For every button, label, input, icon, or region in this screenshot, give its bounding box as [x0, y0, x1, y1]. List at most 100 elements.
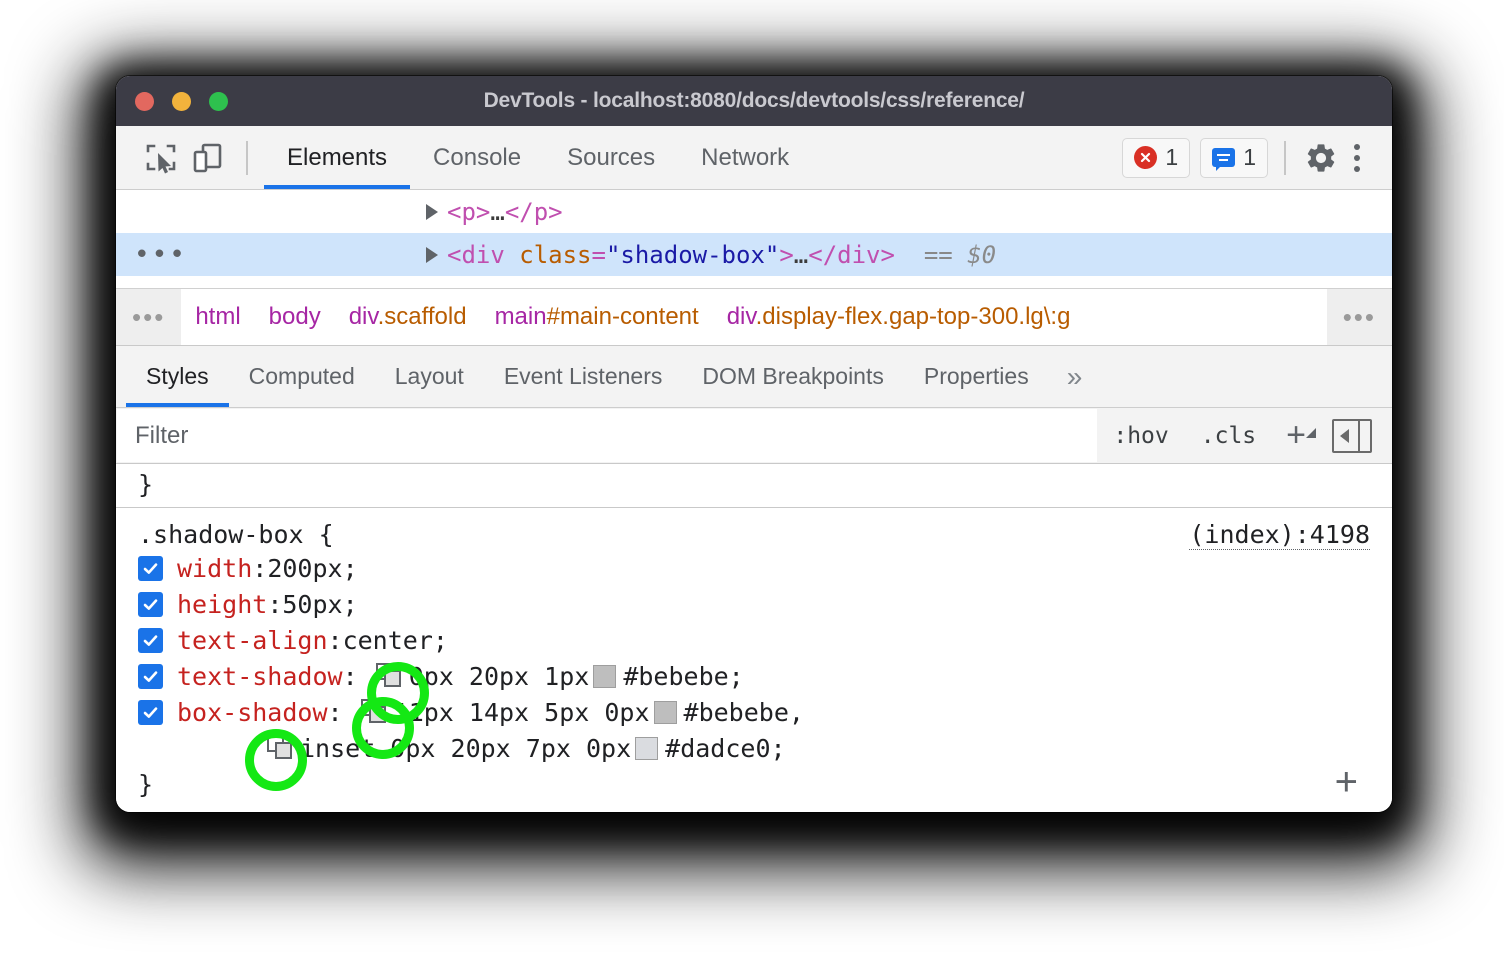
css-declaration-text-align[interactable]: text-align: center;: [116, 622, 1392, 658]
search-input[interactable]: [117, 409, 1097, 462]
tab-layout[interactable]: Layout: [375, 346, 484, 407]
breadcrumb-item-html[interactable]: html: [181, 303, 254, 331]
devtools-window: DevTools - localhost:8080/docs/devtools/…: [116, 76, 1392, 812]
breadcrumb-element-name: div: [349, 303, 378, 330]
add-declaration-plus-icon[interactable]: +: [1335, 770, 1358, 794]
css-property-name[interactable]: height: [177, 590, 267, 619]
breadcrumb-item-body[interactable]: body: [255, 303, 335, 331]
tab-properties[interactable]: Properties: [904, 346, 1049, 407]
dom-tree[interactable]: <p>…</p> ••• <div class="shadow-box">…</…: [116, 190, 1392, 289]
breadcrumb-element-name: body: [269, 303, 321, 330]
css-property-name[interactable]: text-shadow: [177, 662, 343, 691]
breadcrumb-class-name: #main-content: [547, 303, 699, 330]
close-window-button[interactable]: [135, 92, 154, 111]
breadcrumb-overflow-right[interactable]: •••: [1327, 289, 1392, 345]
css-declaration-width[interactable]: width: 200px;: [116, 550, 1392, 586]
shadow-editor-icon[interactable]: [267, 735, 295, 761]
expand-triangle-icon[interactable]: [426, 247, 438, 263]
css-property-value[interactable]: 0px 20px 1px: [409, 662, 590, 691]
css-rule-shadow-box: .shadow-box { (index):4198 width: 200px;…: [116, 508, 1392, 799]
breadcrumb-class-name: .scaffold: [378, 303, 467, 330]
chevron-double-right-icon[interactable]: »: [1049, 346, 1101, 407]
css-declaration-box-shadow[interactable]: box-shadow: 11px 14px 5px 0px #bebebe,: [116, 694, 1392, 730]
css-property-value[interactable]: 11px 14px 5px 0px: [394, 698, 650, 727]
styles-pane[interactable]: } .shadow-box { (index):4198 width: 200p…: [116, 464, 1392, 812]
tab-dom-breakpoints-label: DOM Breakpoints: [702, 363, 884, 390]
css-property-value[interactable]: center;: [343, 626, 448, 655]
error-count-badge[interactable]: 1: [1122, 138, 1190, 178]
breadcrumb-class-name: .display-flex.gap-top-300.lg\:g: [756, 303, 1071, 330]
tab-sources-label: Sources: [567, 144, 655, 172]
zoom-window-button[interactable]: [209, 92, 228, 111]
toolbar-right-group: 1 1: [1122, 135, 1374, 181]
tab-styles-label: Styles: [146, 363, 209, 390]
css-property-name[interactable]: text-align: [177, 626, 328, 655]
tab-sources[interactable]: Sources: [544, 126, 678, 189]
dom-row-markup: <div class="shadow-box">…</div> == $0: [447, 241, 996, 269]
window-title: DevTools - localhost:8080/docs/devtools/…: [116, 89, 1392, 113]
color-swatch[interactable]: [635, 737, 658, 760]
declaration-checkbox[interactable]: [138, 592, 163, 617]
window-title-bar: DevTools - localhost:8080/docs/devtools/…: [116, 76, 1392, 126]
three-dots-vertical-icon[interactable]: [1344, 144, 1374, 172]
css-selector[interactable]: .shadow-box {: [138, 520, 334, 549]
breadcrumb-overflow-left[interactable]: •••: [116, 289, 181, 345]
tab-network-label: Network: [701, 144, 789, 172]
tab-computed-label: Computed: [249, 363, 355, 390]
new-style-rule-button[interactable]: +: [1272, 425, 1324, 445]
css-property-value[interactable]: inset 0px 20px 7px 0px: [300, 734, 631, 763]
breadcrumb-element-name: html: [195, 303, 240, 330]
declaration-checkbox[interactable]: [138, 628, 163, 653]
device-toolbar-icon[interactable]: [184, 135, 230, 181]
css-property-name[interactable]: box-shadow: [177, 698, 328, 727]
css-declaration-text-shadow[interactable]: text-shadow: 0px 20px 1px #bebebe;: [116, 658, 1392, 694]
css-declaration-box-shadow-inset[interactable]: inset 0px 20px 7px 0px #dadce0;: [116, 730, 1392, 766]
breadcrumb-item-div-display-flex[interactable]: div.display-flex.gap-top-300.lg\:g: [713, 303, 1085, 331]
tab-console[interactable]: Console: [410, 126, 544, 189]
inspect-element-icon[interactable]: [138, 135, 184, 181]
dom-row-partial[interactable]: [116, 276, 1392, 289]
expand-triangle-icon[interactable]: [426, 204, 438, 220]
tab-styles[interactable]: Styles: [126, 346, 229, 407]
panel-tab-list: Elements Console Sources Network: [264, 126, 812, 189]
tab-layout-label: Layout: [395, 363, 464, 390]
tab-elements-label: Elements: [287, 144, 387, 172]
breadcrumb-item-div-scaffold[interactable]: div.scaffold: [335, 303, 481, 331]
tab-event-listeners[interactable]: Event Listeners: [484, 346, 683, 407]
message-count-badge[interactable]: 1: [1200, 138, 1268, 178]
declaration-checkbox[interactable]: [138, 556, 163, 581]
previous-rule-closing-brace: }: [116, 464, 1392, 508]
error-count: 1: [1165, 144, 1178, 171]
css-color-value[interactable]: #dadce0;: [665, 734, 785, 763]
css-property-value[interactable]: 50px;: [282, 590, 357, 619]
traffic-lights: [135, 92, 228, 111]
tab-network[interactable]: Network: [678, 126, 812, 189]
breadcrumb-item-main-content[interactable]: main#main-content: [481, 303, 713, 331]
css-color-value[interactable]: #bebebe,: [684, 698, 804, 727]
css-property-value[interactable]: 200px;: [267, 554, 357, 583]
styles-sidebar-tab-list: Styles Computed Layout Event Listeners D…: [116, 346, 1392, 408]
css-property-name[interactable]: width: [177, 554, 252, 583]
shadow-editor-icon[interactable]: [361, 699, 389, 725]
color-swatch[interactable]: [593, 665, 616, 688]
css-declaration-height[interactable]: height: 50px;: [116, 586, 1392, 622]
minimize-window-button[interactable]: [172, 92, 191, 111]
css-color-value[interactable]: #bebebe;: [623, 662, 743, 691]
hover-state-button[interactable]: :hov: [1097, 423, 1184, 449]
tab-event-listeners-label: Event Listeners: [504, 363, 663, 390]
toggle-sidebar-icon[interactable]: [1332, 419, 1372, 453]
tab-computed[interactable]: Computed: [229, 346, 375, 407]
css-rule-header: .shadow-box { (index):4198: [116, 520, 1392, 550]
gear-icon[interactable]: [1298, 135, 1344, 181]
style-source-link[interactable]: (index):4198: [1189, 520, 1370, 550]
dom-row[interactable]: <p>…</p>: [116, 190, 1392, 233]
color-swatch[interactable]: [654, 701, 677, 724]
declaration-checkbox[interactable]: [138, 664, 163, 689]
tab-dom-breakpoints[interactable]: DOM Breakpoints: [682, 346, 904, 407]
element-classes-button[interactable]: .cls: [1185, 423, 1272, 449]
tab-elements[interactable]: Elements: [264, 126, 410, 189]
declaration-checkbox[interactable]: [138, 700, 163, 725]
dom-row-selected[interactable]: ••• <div class="shadow-box">…</div> == $…: [116, 233, 1392, 276]
shadow-editor-icon[interactable]: [376, 663, 404, 689]
devtools-main-toolbar: Elements Console Sources Network: [116, 126, 1392, 190]
